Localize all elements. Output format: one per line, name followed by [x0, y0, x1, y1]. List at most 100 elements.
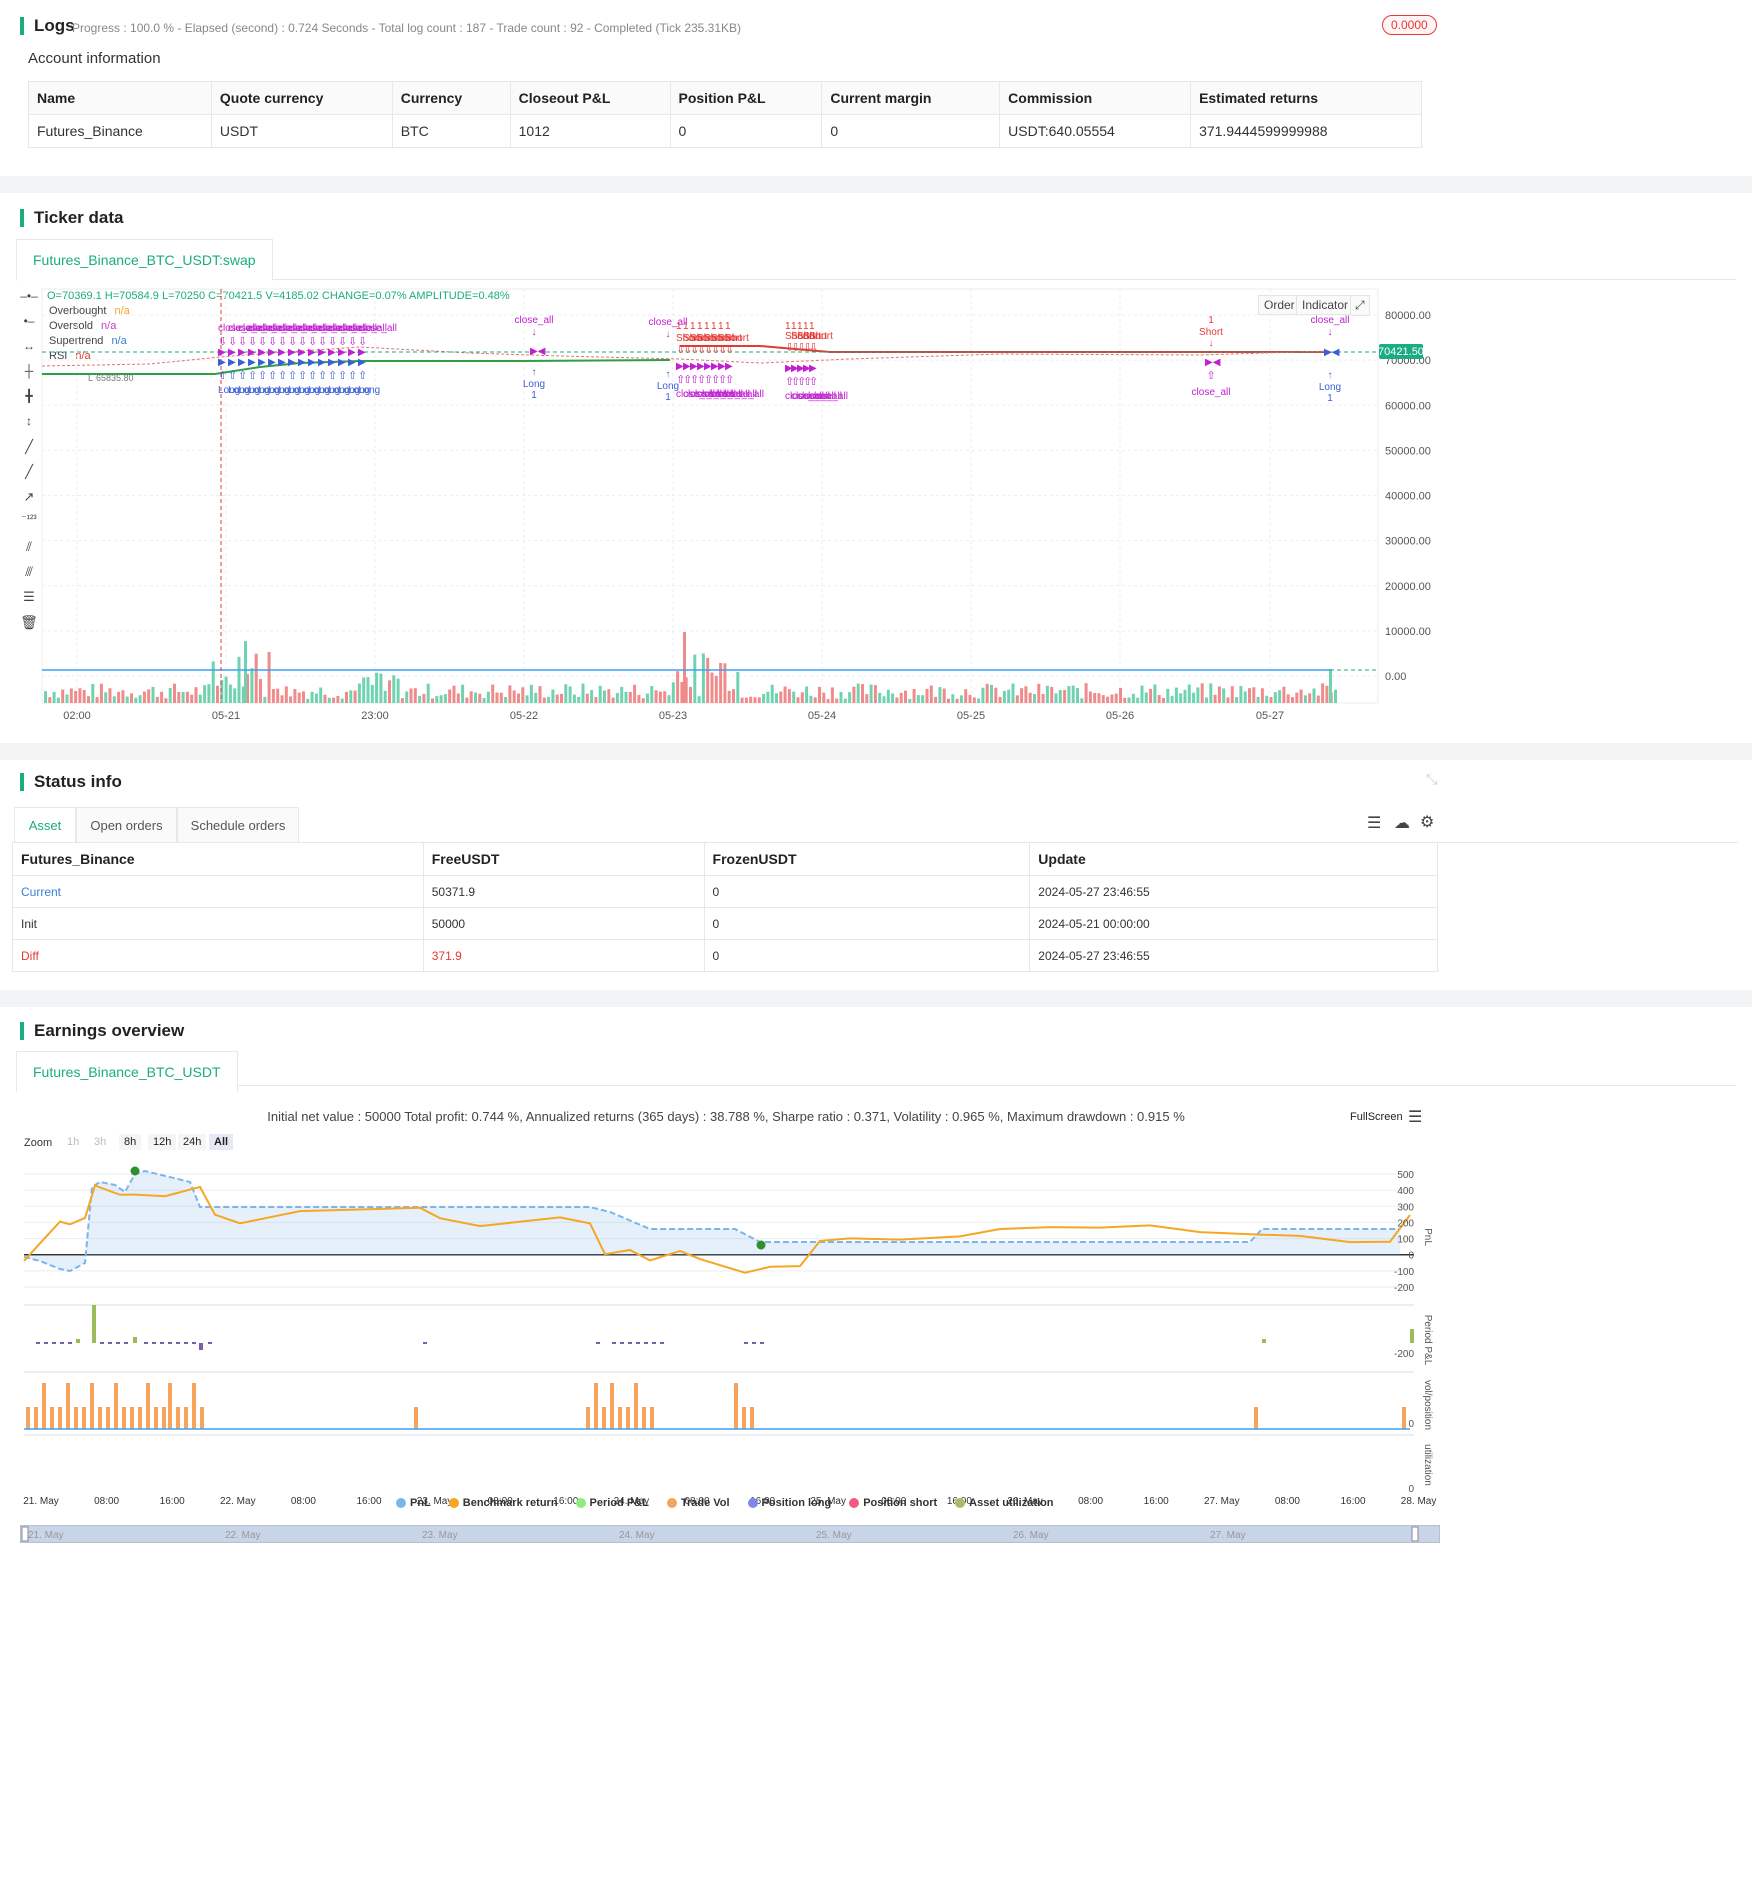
short-qty: 1	[676, 321, 682, 332]
volume-bar	[465, 697, 469, 703]
volume-bar	[744, 697, 748, 703]
zoom-1h-button[interactable]: 1h	[62, 1134, 84, 1150]
legend-item[interactable]: Asset utilization	[955, 1497, 1054, 1509]
asset-cell: 50371.9	[422, 875, 705, 908]
asset-table-header: Futures_Binance FreeUSDT FrozenUSDT Update	[12, 842, 1438, 876]
short-arrow-icon: ⇩	[809, 342, 818, 354]
close-label: close_all	[649, 317, 688, 328]
tab-earnings-symbol[interactable]: Futures_Binance_BTC_USDT	[16, 1051, 238, 1093]
volume-bar	[603, 690, 606, 703]
volume-bar	[327, 697, 331, 703]
volume-bar	[577, 696, 581, 703]
trade-vol-bar	[74, 1407, 78, 1429]
legend-item[interactable]: Trade Vol	[666, 1497, 730, 1509]
volume-bar	[1209, 683, 1213, 703]
volume-bar	[787, 689, 791, 703]
collapse-icon[interactable]: ⤡	[1426, 771, 1437, 788]
status-panel: Status info ⤡ Asset Open orders Schedule o…	[0, 760, 1752, 990]
volume-bar	[207, 684, 211, 703]
trade-vol-bar	[82, 1407, 86, 1429]
trade-vol-bar	[90, 1383, 94, 1429]
trade-vol-bar	[742, 1407, 746, 1429]
volume-bar	[929, 685, 933, 703]
close-label: close_all	[1311, 315, 1350, 326]
volume-bar	[469, 691, 473, 703]
cloud-download-icon[interactable]: ☁	[1394, 813, 1410, 833]
volume-bar	[1252, 687, 1256, 703]
legend-item[interactable]: Period P&L	[575, 1497, 649, 1509]
zoom-All-button[interactable]: All	[209, 1134, 234, 1150]
volume-bar	[1007, 689, 1011, 703]
volume-bar	[198, 694, 202, 703]
volume-bar	[1097, 693, 1101, 703]
trade-vol-bar	[626, 1407, 630, 1429]
candlestick-chart[interactable]: close_all⇩▶▶⇧Longclose_all⇩▶▶⇧Longclose_…	[0, 279, 1752, 739]
legend-item[interactable]: Position long	[747, 1497, 831, 1509]
trade-vol-bar	[1254, 1407, 1258, 1429]
asset-col-header: FreeUSDT	[422, 842, 705, 876]
tab-asset[interactable]: Asset	[14, 807, 76, 843]
asset-cell: Current	[12, 875, 424, 908]
x-tick-label: 28. May	[1401, 1496, 1437, 1507]
period-pnl-bar	[628, 1342, 632, 1344]
volume-bar	[276, 688, 280, 703]
long-label: Long	[523, 379, 545, 390]
volume-bar	[448, 689, 452, 703]
trade-vol-bar	[42, 1383, 46, 1429]
volume-bar	[938, 687, 942, 703]
legend-item[interactable]: Position short	[849, 1497, 937, 1509]
long-marker-icon: ▶	[258, 357, 266, 368]
period-pnl-bar	[144, 1342, 148, 1344]
trade-vol-bar	[122, 1407, 126, 1429]
legend-label: Trade Vol	[680, 1497, 730, 1509]
volume-bar	[370, 684, 374, 703]
volume-bar	[224, 676, 228, 703]
volume-bar	[233, 688, 237, 703]
zoom-8h-button[interactable]: 8h	[119, 1134, 142, 1150]
x-tick-label: 16:00	[1144, 1496, 1169, 1507]
tab-open-orders[interactable]: Open orders	[76, 807, 177, 843]
volume-bar	[1045, 685, 1049, 703]
volume-bar	[904, 690, 907, 703]
volume-bar	[99, 683, 103, 703]
volume-bar	[1205, 697, 1208, 703]
volume-bar	[822, 692, 826, 703]
zoom-12h-button[interactable]: 12h	[148, 1134, 177, 1150]
volume-bar	[95, 697, 99, 703]
long-marker-icon: ▶	[298, 357, 306, 368]
time-navigator[interactable]: 21. May 22. May 23. May 24. May 25. May 26. M…	[20, 1525, 1440, 1543]
account-cell: 0	[821, 114, 1001, 148]
earnings-chart[interactable]: 500 400 300 200 100 0 -100 -200 -200 0 0 PnL Period …	[0, 1157, 1752, 1717]
menu-icon[interactable]: ☰	[1408, 1107, 1422, 1127]
volume-bar	[254, 653, 258, 703]
period-pnl-bar	[52, 1342, 56, 1344]
volume-bar	[757, 697, 761, 703]
list-icon[interactable]: ☰	[1367, 813, 1381, 833]
volume-bar	[1041, 693, 1045, 703]
volume-bar	[590, 690, 594, 703]
legend-item[interactable]: Benchmark return	[448, 1497, 558, 1509]
tab-schedule-orders[interactable]: Schedule orders	[177, 807, 299, 843]
legend-item[interactable]: PnL	[396, 1497, 431, 1509]
y-tick-label: 30000.00	[1385, 536, 1431, 548]
trade-vol-bar	[184, 1407, 188, 1429]
zoom-24h-button[interactable]: 24h	[178, 1134, 207, 1150]
gear-icon[interactable]: ⚙	[1420, 812, 1434, 832]
short-label: Short	[725, 333, 749, 344]
long-arrow-icon: ⇧	[308, 370, 317, 382]
volume-bar	[310, 691, 314, 703]
trade-vol-bar	[618, 1407, 622, 1429]
tab-ticker-symbol[interactable]: Futures_Binance_BTC_USDT:swap	[16, 239, 273, 281]
logs-badge: 0.0000	[1382, 15, 1437, 35]
volume-bar	[1256, 696, 1260, 703]
zoom-3h-button[interactable]: 3h	[89, 1134, 111, 1150]
volume-bar	[1024, 686, 1028, 703]
volume-bar	[91, 683, 95, 703]
fullscreen-button[interactable]: FullScreen	[1350, 1111, 1403, 1123]
period-pnl-bar	[160, 1342, 164, 1344]
long-arrow-icon: ⇧	[258, 370, 267, 382]
volume-bar	[345, 691, 348, 703]
volume-bar	[813, 697, 817, 703]
volume-bar	[112, 696, 116, 703]
legend-marker-icon	[849, 1498, 860, 1508]
